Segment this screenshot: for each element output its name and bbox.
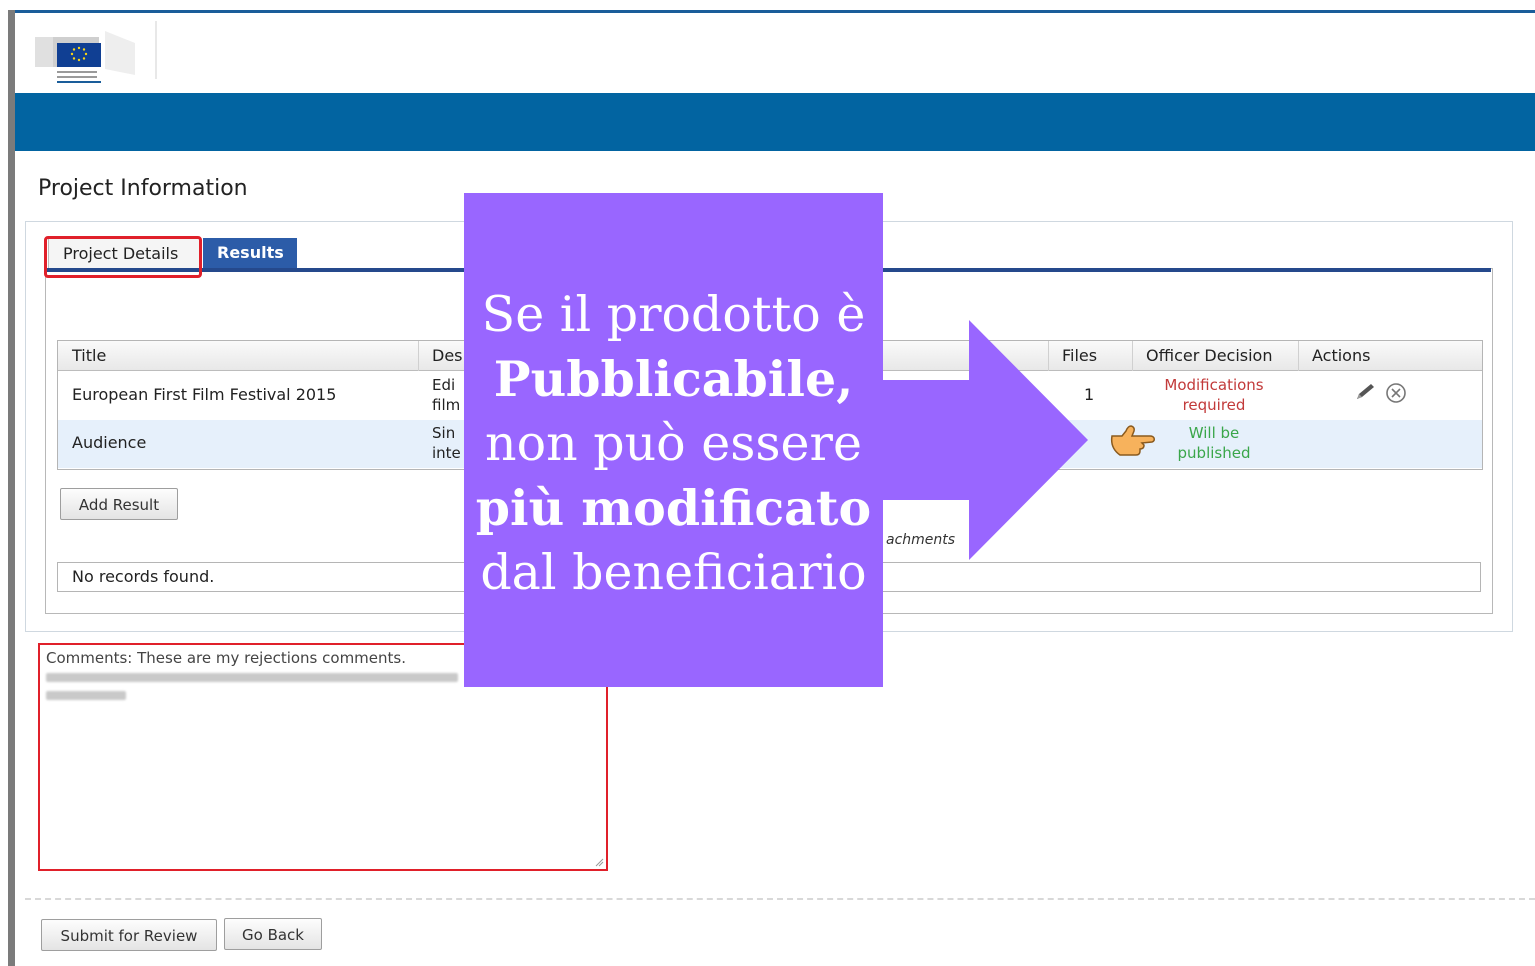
row-title: Audience [72, 433, 147, 452]
row-description: Edi film [432, 375, 460, 415]
info-callout-box: Se il prodotto è Pubblicabile, non può e… [464, 193, 883, 687]
decision-line: published [1177, 444, 1251, 462]
comments-text: Comments: These are my rejections commen… [46, 649, 406, 667]
decision-line: Modifications [1164, 376, 1264, 394]
tab-results[interactable]: Results [203, 238, 297, 268]
blue-banner [15, 93, 1535, 151]
pencil-icon[interactable] [1355, 382, 1379, 402]
callout-line: non può essere [485, 415, 862, 472]
row-description-line: film [432, 396, 461, 414]
resize-handle-icon[interactable] [594, 857, 604, 867]
column-header-title[interactable]: Title [58, 341, 418, 370]
go-back-button[interactable]: Go Back [224, 918, 322, 950]
page-title: Project Information [38, 176, 248, 201]
decision-line: Will be [1188, 424, 1240, 442]
callout-line: dal beneficiario [480, 544, 867, 601]
row-description-line: inte [432, 444, 461, 462]
officer-decision-status: Modifications required [1134, 375, 1294, 415]
column-header-actions: Actions [1312, 346, 1371, 365]
header-separator [155, 21, 157, 79]
submit-for-review-button[interactable]: Submit for Review [41, 919, 217, 951]
callout-emphasis: più modificato [475, 479, 872, 537]
column-header-officer-decision[interactable]: Officer Decision [1132, 341, 1298, 370]
row-description: Sin inte [432, 423, 461, 463]
blurred-text [46, 673, 458, 682]
callout-emphasis: Pubblicabile, [493, 350, 854, 408]
officer-decision-status: Will be published [1134, 423, 1294, 463]
decision-line: required [1182, 396, 1246, 414]
row-description-line: Sin [432, 424, 456, 442]
tab-highlight-box [44, 236, 202, 278]
left-border [8, 10, 15, 966]
pointing-hand-icon [1110, 425, 1155, 456]
row-title: European First Film Festival 2015 [72, 385, 337, 404]
header [15, 13, 1535, 93]
callout-line: Se il prodotto è [481, 286, 866, 343]
delete-circle-icon[interactable] [1384, 382, 1408, 404]
add-result-button[interactable]: Add Result [60, 488, 178, 520]
blurred-text [46, 691, 126, 700]
callout-text: Se il prodotto è Pubblicabile, non può e… [464, 283, 883, 605]
row-description-line: Edi [432, 376, 456, 394]
callout-line-bold: Pubblicabile, [464, 347, 883, 412]
european-commission-logo [35, 21, 155, 85]
section-divider [25, 898, 1535, 900]
right-arrow-icon [883, 320, 1088, 560]
callout-line-bold: più modificato [464, 476, 883, 541]
